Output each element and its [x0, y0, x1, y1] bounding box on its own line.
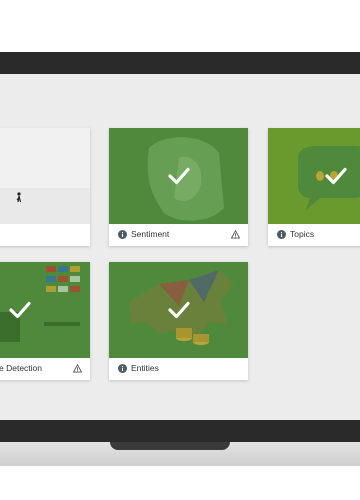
card-footer: Sentiment	[109, 224, 248, 246]
card-label: Entities	[131, 363, 159, 373]
card-label: Topics	[290, 229, 315, 239]
info-icon[interactable]	[277, 230, 286, 239]
laptop-hinge-notch	[110, 442, 230, 450]
warning-icon[interactable]	[231, 230, 240, 239]
card-label: Sentiment	[131, 229, 170, 239]
checkmark-icon	[325, 167, 347, 185]
card-image-detection[interactable]: e Detection	[0, 262, 90, 380]
card-image	[109, 128, 248, 224]
checkmark-icon	[167, 301, 190, 319]
info-icon[interactable]	[118, 364, 127, 373]
card-entities[interactable]: Entities	[109, 262, 248, 380]
card-label: e Detection	[0, 363, 42, 373]
card-image	[109, 262, 248, 358]
laptop-bezel-top	[0, 52, 360, 74]
card-footer	[0, 224, 90, 246]
card-footer: Entities	[109, 358, 248, 380]
checkmark-icon	[167, 167, 190, 185]
card-footer: e Detection	[0, 358, 90, 380]
laptop-screen: Sentiment Topics e Detection Entities	[0, 74, 360, 420]
card-topics[interactable]: Topics	[268, 128, 360, 246]
card-scene[interactable]	[0, 128, 90, 246]
card-image	[0, 128, 90, 224]
card-footer: Topics	[268, 224, 360, 246]
warning-icon[interactable]	[73, 364, 82, 373]
card-image	[268, 128, 360, 224]
card-sentiment[interactable]: Sentiment	[109, 128, 248, 246]
info-icon[interactable]	[118, 230, 127, 239]
checkmark-icon	[9, 301, 31, 319]
card-image	[0, 262, 90, 358]
laptop-bezel-bottom	[0, 420, 360, 442]
